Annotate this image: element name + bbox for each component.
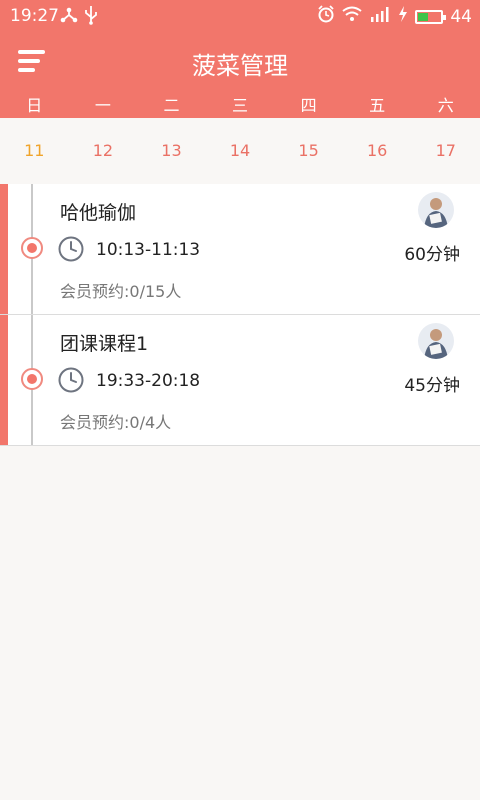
weekday-label: 五 xyxy=(369,96,386,115)
coach-avatar xyxy=(418,192,454,228)
date-row: 11 12 13 14 15 16 17 xyxy=(0,118,480,184)
date-cell[interactable]: 14 xyxy=(206,118,275,184)
class-duration: 45分钟 xyxy=(404,376,460,396)
weekday-row: 日 一 二 三 四 五 六 xyxy=(0,94,480,118)
class-card[interactable]: 哈他瑜伽 10:13-11:13 60分钟 会员预约:0/15人 xyxy=(0,184,480,315)
battery-icon xyxy=(415,9,447,24)
timeline-dot xyxy=(21,368,43,390)
class-name: 哈他瑜伽 xyxy=(60,202,137,224)
battery-level: 44 xyxy=(450,6,472,27)
clock-icon xyxy=(58,367,84,393)
weekday-label: 一 xyxy=(94,96,111,115)
weekday-label: 六 xyxy=(437,96,454,115)
share-icon xyxy=(60,6,78,28)
weekday-label: 二 xyxy=(163,96,180,115)
class-card[interactable]: 团课课程1 19:33-20:18 45分钟 会员预约:0/4人 xyxy=(0,315,480,446)
usb-icon xyxy=(84,5,98,29)
alarm-icon xyxy=(317,5,335,28)
date-cell[interactable]: 11 xyxy=(0,118,69,184)
class-duration: 60分钟 xyxy=(404,245,460,265)
header: 菠菜管理 xyxy=(0,32,480,94)
class-time: 10:13-11:13 xyxy=(96,240,201,260)
battery-fill xyxy=(418,12,429,21)
clock-icon xyxy=(58,236,84,262)
class-list: 哈他瑜伽 10:13-11:13 60分钟 会员预约:0/15人 团课课程1 1… xyxy=(0,184,480,446)
class-name: 团课课程1 xyxy=(60,333,149,355)
date-cell[interactable]: 16 xyxy=(343,118,412,184)
signal-icon xyxy=(369,5,391,28)
date-cell[interactable]: 12 xyxy=(69,118,138,184)
page-title: 菠菜管理 xyxy=(192,52,288,80)
class-time: 19:33-20:18 xyxy=(96,371,201,391)
weekday-label: 四 xyxy=(300,96,317,115)
status-time: 19:27 xyxy=(10,6,59,26)
weekday-label: 日 xyxy=(26,96,43,115)
date-cell[interactable]: 13 xyxy=(137,118,206,184)
status-bar: 19:27 44 xyxy=(0,0,480,32)
date-cell[interactable]: 15 xyxy=(274,118,343,184)
timeline-dot xyxy=(21,237,43,259)
class-booking: 会员预约:0/4人 xyxy=(60,413,172,432)
charging-icon xyxy=(398,6,408,27)
coach-avatar xyxy=(418,323,454,359)
wifi-icon xyxy=(342,6,362,27)
weekday-label: 三 xyxy=(232,96,249,115)
class-booking: 会员预约:0/15人 xyxy=(60,282,182,301)
date-cell[interactable]: 17 xyxy=(411,118,480,184)
